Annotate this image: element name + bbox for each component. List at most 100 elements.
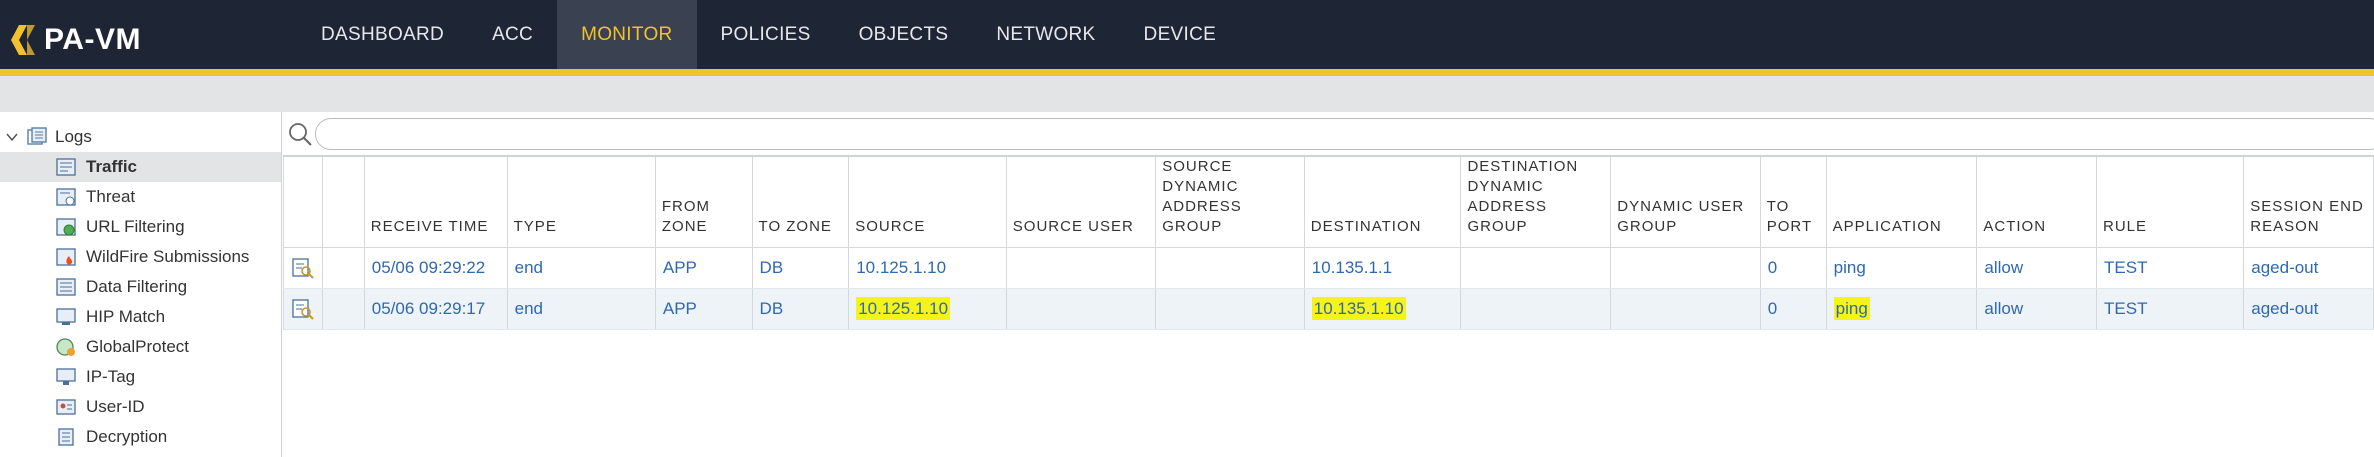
filter-bar	[283, 112, 2374, 155]
column-header-session-end-reason[interactable]: SESSION END REASON	[2243, 155, 2374, 248]
to-port-cell[interactable]: 0	[1759, 288, 1827, 330]
column-header-receive-time[interactable]: RECEIVE TIME	[363, 155, 508, 248]
action-cell[interactable]: allow	[1976, 288, 2098, 330]
sidebar-item-label: GlobalProtect	[86, 337, 189, 356]
search-icon[interactable]	[287, 121, 313, 147]
column-header-blank[interactable]	[322, 155, 365, 248]
log-detail-cell[interactable]	[283, 247, 323, 289]
main-nav: DASHBOARD ACC MONITOR POLICIES OBJECTS N…	[297, 0, 1240, 69]
sidebar-item-label: URL Filtering	[86, 217, 185, 236]
sidebar-item-wildfire-submissions[interactable]: WildFire Submissions	[0, 242, 281, 272]
tab-dashboard[interactable]: DASHBOARD	[297, 0, 468, 69]
highlighted-text: ping	[1833, 297, 1870, 320]
table-header-row: RECEIVE TIME TYPE FROM ZONE TO ZONE SOURC…	[283, 155, 2374, 248]
hip-match-icon	[56, 308, 76, 325]
to-port-cell[interactable]: 0	[1759, 247, 1827, 289]
source-dag-cell[interactable]	[1155, 288, 1305, 330]
table-row[interactable]: 05/06 09:29:22 end APP DB 10.125.1.10 10…	[283, 247, 2374, 289]
column-header-to-zone[interactable]: TO ZONE	[751, 155, 850, 248]
column-header-application[interactable]: APPLICATION	[1825, 155, 1978, 248]
type-cell[interactable]: end	[506, 247, 656, 289]
sidebar-item-label: HIP Match	[86, 307, 166, 326]
tab-objects[interactable]: OBJECTS	[835, 0, 973, 69]
source-user-cell[interactable]	[1005, 247, 1157, 289]
from-zone-cell[interactable]: APP	[654, 288, 753, 330]
receive-time-cell[interactable]: 05/06 09:29:17	[363, 288, 508, 330]
sidebar-item-threat[interactable]: Threat	[0, 182, 281, 212]
logs-folder-icon	[27, 127, 47, 145]
column-header-source-user[interactable]: SOURCE USER	[1005, 155, 1157, 248]
receive-time-cell[interactable]: 05/06 09:29:22	[363, 247, 508, 289]
sidebar-item-label: WildFire Submissions	[86, 247, 250, 266]
wildfire-icon	[56, 248, 76, 266]
log-detail-icon[interactable]	[291, 256, 315, 280]
table-row[interactable]: 05/06 09:29:17 end APP DB 10.125.1.10 10…	[283, 288, 2374, 330]
chevron-down-icon[interactable]	[6, 131, 18, 143]
source-user-cell[interactable]	[1005, 288, 1157, 330]
column-header-source[interactable]: SOURCE	[848, 155, 1007, 248]
action-cell[interactable]: allow	[1976, 247, 2098, 289]
user-id-icon	[56, 399, 76, 415]
session-end-reason-cell[interactable]: aged-out	[2243, 288, 2374, 330]
threat-log-icon	[56, 188, 76, 206]
column-header-rule[interactable]: RULE	[2096, 155, 2245, 248]
to-zone-cell[interactable]: DB	[751, 288, 850, 330]
to-zone-cell[interactable]: DB	[751, 247, 850, 289]
dynamic-user-group-cell[interactable]	[1610, 247, 1761, 289]
destination-dag-cell[interactable]	[1460, 288, 1612, 330]
sidebar-item-label: Traffic	[86, 157, 138, 176]
sidebar-item-data-filtering[interactable]: Data Filtering	[0, 272, 281, 302]
log-detail-icon[interactable]	[291, 297, 315, 321]
log-detail-cell[interactable]	[283, 288, 323, 330]
log-filter-input[interactable]	[315, 118, 2374, 150]
app-logo: PA-VM	[10, 20, 141, 60]
sidebar-item-user-id[interactable]: User-ID	[0, 392, 281, 422]
rule-cell[interactable]: TEST	[2096, 247, 2245, 289]
tab-network[interactable]: NETWORK	[972, 0, 1119, 69]
column-header-to-port[interactable]: TO PORT	[1759, 155, 1827, 248]
tab-acc[interactable]: ACC	[468, 0, 557, 69]
app-name: PA-VM	[44, 23, 141, 56]
top-navigation-bar: PA-VM DASHBOARD ACC MONITOR POLICIES OBJ…	[0, 0, 2374, 69]
column-header-source-dag[interactable]: SOURCE DYNAMIC ADDRESS GROUP	[1155, 155, 1305, 248]
rule-cell[interactable]: TEST	[2096, 288, 2245, 330]
destination-cell[interactable]: 10.135.1.1	[1303, 247, 1462, 289]
destination-cell[interactable]: 10.135.1.10	[1303, 288, 1462, 330]
log-content: RECEIVE TIME TYPE FROM ZONE TO ZONE SOURC…	[283, 112, 2374, 457]
column-header-action[interactable]: ACTION	[1976, 155, 2098, 248]
blank-cell	[322, 247, 365, 289]
dynamic-user-group-cell[interactable]	[1610, 288, 1761, 330]
decryption-icon	[58, 428, 74, 446]
highlighted-text: 10.125.1.10	[856, 297, 951, 320]
application-cell[interactable]: ping	[1825, 288, 1978, 330]
column-header-type[interactable]: TYPE	[506, 155, 656, 248]
sidebar-item-traffic[interactable]: Traffic	[0, 152, 281, 182]
sidebar-item-label: Decryption	[86, 427, 168, 446]
sub-toolbar	[0, 76, 2374, 112]
column-header-destination-dag[interactable]: DESTINATION DYNAMIC ADDRESS GROUP	[1460, 155, 1612, 248]
source-cell[interactable]: 10.125.1.10	[848, 288, 1007, 330]
source-cell[interactable]: 10.125.1.10	[848, 247, 1007, 289]
application-cell[interactable]: ping	[1825, 247, 1978, 289]
sidebar-item-url-filtering[interactable]: URL Filtering	[0, 212, 281, 242]
sidebar-item-hip-match[interactable]: HIP Match	[0, 302, 281, 332]
sidebar-item-decryption[interactable]: Decryption	[0, 422, 281, 452]
column-header-dynamic-user-group[interactable]: DYNAMIC USER GROUP	[1610, 155, 1761, 248]
source-dag-cell[interactable]	[1155, 247, 1305, 289]
globalprotect-icon	[56, 338, 75, 356]
traffic-log-table: RECEIVE TIME TYPE FROM ZONE TO ZONE SOURC…	[283, 155, 2374, 330]
type-cell[interactable]: end	[506, 288, 656, 330]
tab-device[interactable]: DEVICE	[1120, 0, 1241, 69]
sidebar-item-globalprotect[interactable]: GlobalProtect	[0, 332, 281, 362]
session-end-reason-cell[interactable]: aged-out	[2243, 247, 2374, 289]
sidebar-item-ip-tag[interactable]: IP-Tag	[0, 362, 281, 392]
tab-monitor[interactable]: MONITOR	[557, 0, 697, 69]
column-header-from-zone[interactable]: FROM ZONE	[654, 155, 753, 248]
column-header-detail[interactable]	[283, 155, 323, 248]
column-header-destination[interactable]: DESTINATION	[1303, 155, 1462, 248]
from-zone-cell[interactable]: APP	[654, 247, 753, 289]
tab-policies[interactable]: POLICIES	[697, 0, 835, 69]
sidebar-tree-logs[interactable]: Logs	[0, 122, 281, 152]
sidebar-item-label: Data Filtering	[86, 277, 188, 296]
destination-dag-cell[interactable]	[1460, 247, 1612, 289]
